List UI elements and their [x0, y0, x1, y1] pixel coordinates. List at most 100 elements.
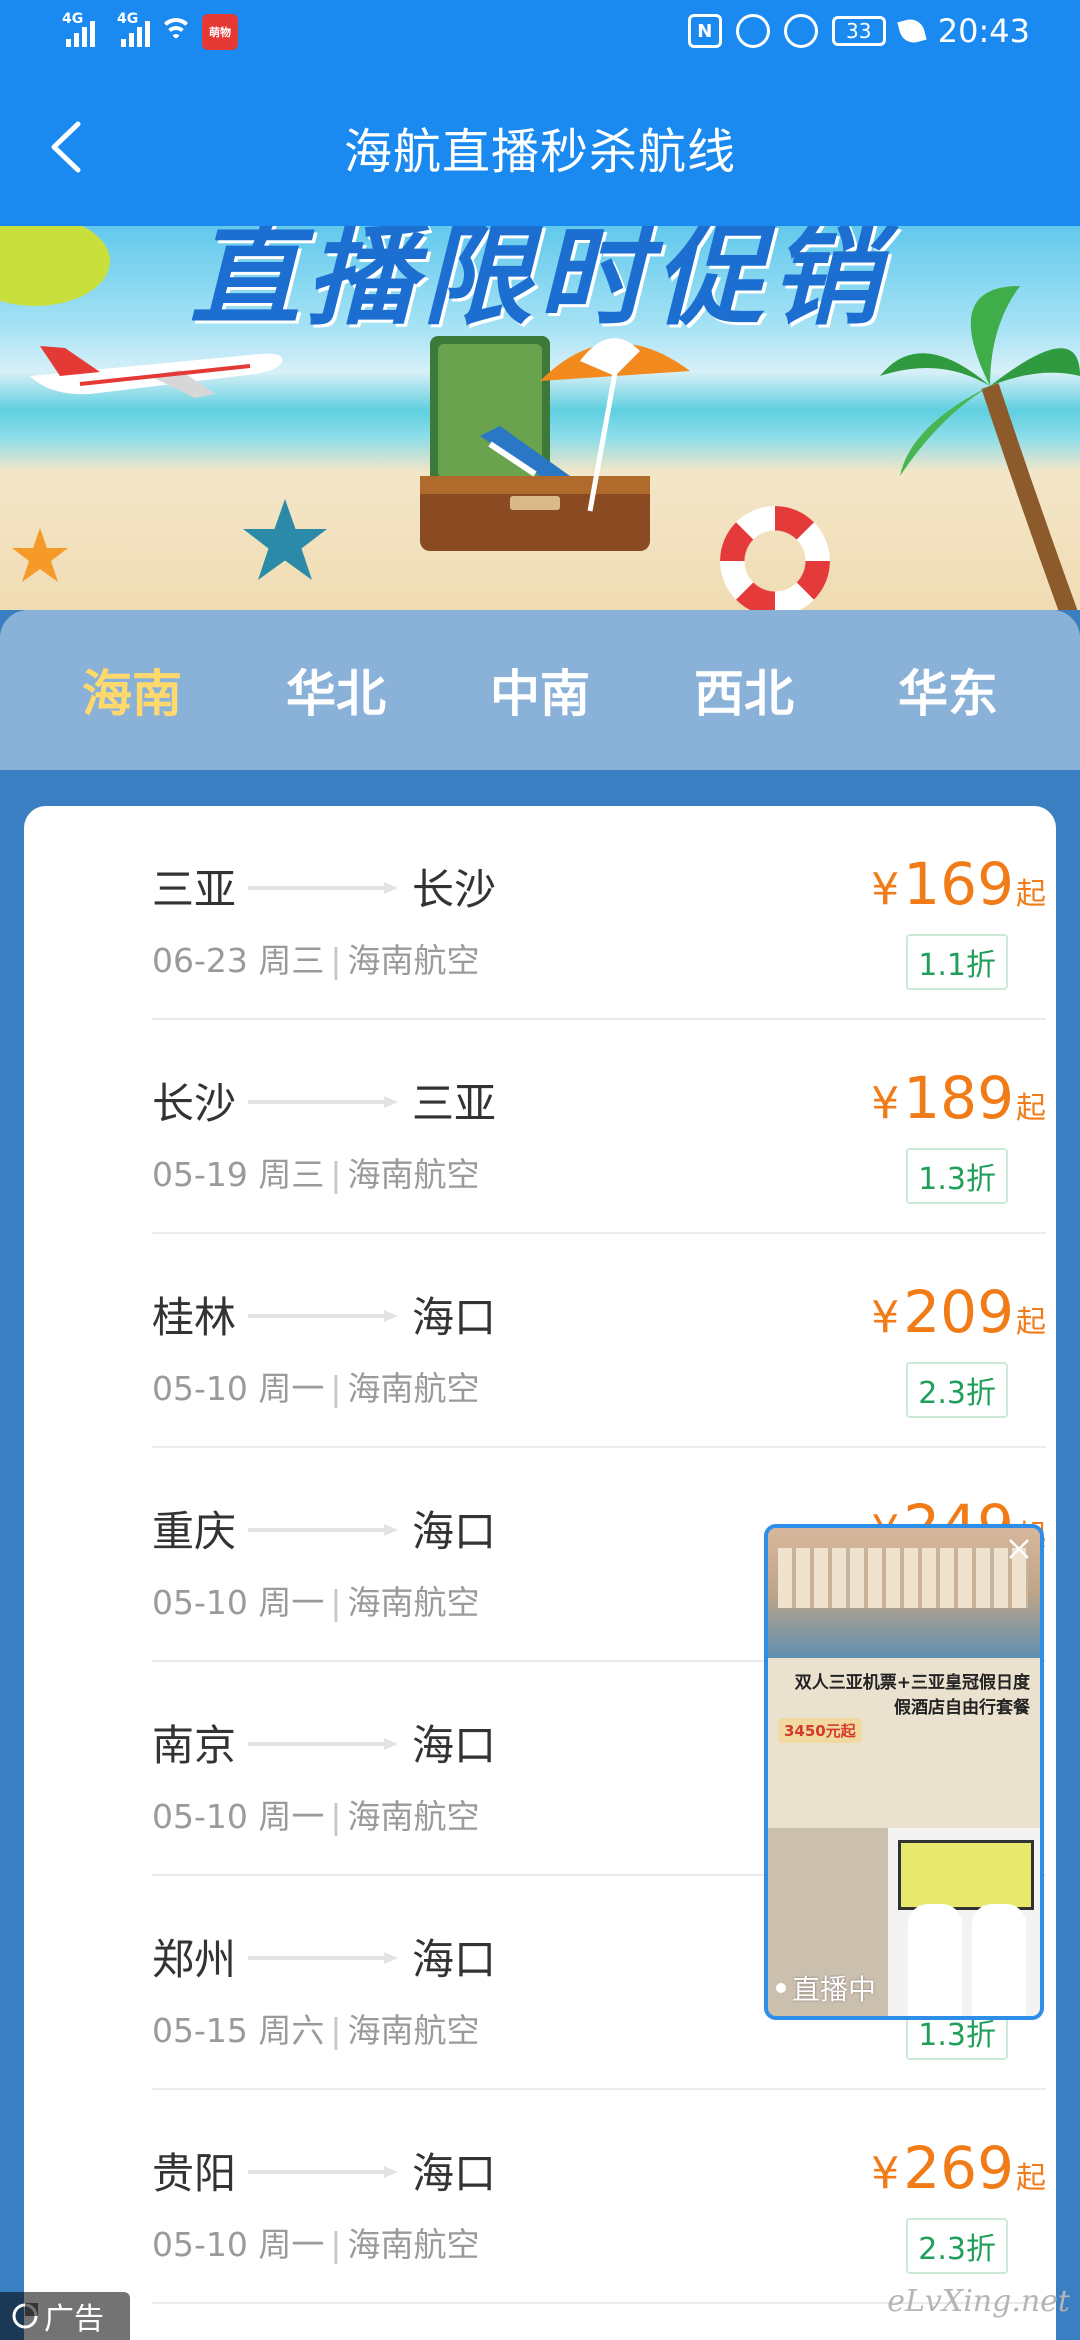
currency-symbol: ¥ [871, 864, 900, 915]
region-tabs: 海南 华北 中南 西北 华东 [0, 610, 1080, 770]
currency-symbol: ¥ [871, 1078, 900, 1129]
live-badge: 直播中 [776, 1968, 876, 2008]
discount-badge: 2.3折 [906, 1362, 1008, 1418]
discount-badge: 1.3折 [906, 1148, 1008, 1204]
airline: 海南航空 [347, 1797, 480, 1836]
tab-huadong[interactable]: 华东 [848, 654, 1048, 726]
price: ¥269起 [871, 2134, 1046, 2202]
starfish-icon [12, 528, 68, 582]
meta-divider: | [330, 941, 342, 980]
price-suffix: 起 [1016, 2161, 1046, 2196]
currency-symbol: ¥ [871, 2148, 900, 2199]
starfish-icon-blue [243, 499, 327, 580]
battery-icon: 33 [831, 16, 886, 46]
route-arrow-icon [248, 2164, 398, 2178]
flight-meta: 06-23 周三 | 海南航空 [152, 934, 480, 982]
flight-date: 05-10 周一 [152, 1797, 325, 1836]
origin-city: 南京 [152, 1721, 237, 1770]
mute-icon [783, 14, 818, 48]
price: ¥189起 [871, 1064, 1046, 1132]
tab-huabei[interactable]: 华北 [236, 654, 436, 726]
price-suffix: 起 [1016, 1305, 1046, 1340]
origin-city: 重庆 [152, 1507, 237, 1556]
nfc-icon: N [687, 14, 722, 48]
signal-icon-2: 4G [117, 11, 150, 47]
ad-label-text: 广告 [44, 2302, 104, 2337]
destination-city: 海口 [412, 1293, 497, 1342]
flight-meta: 05-10 周一 | 海南航空 [152, 2218, 480, 2266]
discount-badge: 1.1折 [906, 934, 1008, 990]
flight-row[interactable]: 贵阳 海口 05-10 周一 | 海南航空 ¥269起 2.3折 [152, 2090, 1046, 2304]
promo-panel: 双人三亚机票+三亚皇冠假日度假酒店自由行套餐 3450元起 [768, 1658, 1040, 1828]
palm-tree-illustration [880, 286, 1080, 610]
flight-row[interactable]: 桂林 海口 05-10 周一 | 海南航空 ¥209起 2.3折 [152, 1234, 1046, 1448]
origin-city: 贵阳 [152, 2149, 237, 2198]
status-right: N 33 20:43 [687, 12, 1030, 50]
route: 南京 海口 [152, 1712, 496, 1773]
flight-date: 05-10 周一 [152, 1583, 325, 1622]
decorative-blob [0, 226, 110, 306]
flight-row[interactable]: 长沙 三亚 05-19 周三 | 海南航空 ¥189起 1.3折 [152, 1020, 1046, 1234]
flight-meta: 05-10 周一 | 海南航空 [152, 1790, 480, 1838]
host-figure [908, 1904, 962, 2016]
promo-price: 3450元起 [778, 1718, 862, 1743]
destination-city: 海口 [412, 1721, 497, 1770]
status-bar: 4G 4G 萌物 N 33 20:43 [0, 0, 1080, 72]
route: 贵阳 海口 [152, 2140, 496, 2201]
network-type: 4G [62, 11, 84, 27]
airline: 海南航空 [347, 2225, 480, 2264]
live-dot-icon [776, 1983, 786, 1993]
app-notification-icon: 萌物 [202, 14, 238, 50]
tab-zhongnan[interactable]: 中南 [440, 654, 640, 726]
live-stream-floating-ad[interactable]: 双人三亚机票+三亚皇冠假日度假酒店自由行套餐 3450元起 直播中 [764, 1524, 1044, 2020]
airline: 海南航空 [347, 1369, 480, 1408]
route-arrow-icon [248, 1522, 398, 1536]
flight-meta: 05-15 周六 | 海南航空 [152, 2004, 480, 2052]
alarm-icon [735, 14, 770, 48]
tab-hainan[interactable]: 海南 [32, 654, 232, 726]
flight-date: 05-10 周一 [152, 2225, 325, 2264]
host-figure [972, 1904, 1026, 2016]
flight-meta: 05-10 周一 | 海南航空 [152, 1362, 480, 1410]
airline: 海南航空 [347, 1155, 480, 1194]
route: 长沙 三亚 [152, 1070, 496, 1131]
meta-divider: | [330, 2225, 342, 2264]
close-icon[interactable] [1004, 1534, 1034, 1564]
destination-city: 三亚 [412, 1079, 497, 1128]
origin-city: 桂林 [152, 1293, 237, 1342]
tab-xibei[interactable]: 西北 [644, 654, 844, 726]
route: 重庆 海口 [152, 1498, 496, 1559]
flight-row[interactable]: 三亚 长沙 06-23 周三 | 海南航空 ¥169起 1.1折 [152, 806, 1046, 1020]
destination-city: 海口 [412, 1935, 497, 1984]
price-value: 209 [903, 1278, 1014, 1346]
airline: 海南航空 [347, 1583, 480, 1622]
ad-logo-icon [12, 2303, 38, 2329]
price-value: 269 [903, 2134, 1014, 2202]
airline: 海南航空 [347, 2011, 480, 2050]
flight-date: 05-10 周一 [152, 1369, 325, 1408]
studio-screen [898, 1840, 1034, 1910]
meta-divider: | [330, 1583, 342, 1622]
flight-date: 05-19 周三 [152, 1155, 325, 1194]
route: 桂林 海口 [152, 1284, 496, 1345]
promo-title: 双人三亚机票+三亚皇冠假日度假酒店自由行套餐 [794, 1673, 1030, 1718]
route-arrow-icon [248, 1736, 398, 1750]
signal-icon: 4G [62, 11, 95, 47]
destination-city: 长沙 [412, 865, 497, 914]
destination-city: 海口 [412, 1507, 497, 1556]
network-type-2: 4G [117, 11, 139, 27]
flight-date: 06-23 周三 [152, 941, 325, 980]
hotel-building [778, 1548, 1028, 1608]
power-saving-icon [897, 16, 927, 46]
origin-city: 郑州 [152, 1935, 237, 1984]
price-value: 169 [903, 850, 1014, 918]
promo-banner[interactable]: 直播限时促销 [0, 226, 1080, 610]
airplane-icon [30, 346, 283, 398]
flight-date: 05-15 周六 [152, 2011, 325, 2050]
ad-label: 广告 [0, 2292, 130, 2340]
route-arrow-icon [248, 880, 398, 894]
route-arrow-icon [248, 1094, 398, 1108]
wifi-icon [158, 18, 194, 46]
airline: 海南航空 [347, 941, 480, 980]
watermark: eLvXing.net [887, 2284, 1070, 2319]
